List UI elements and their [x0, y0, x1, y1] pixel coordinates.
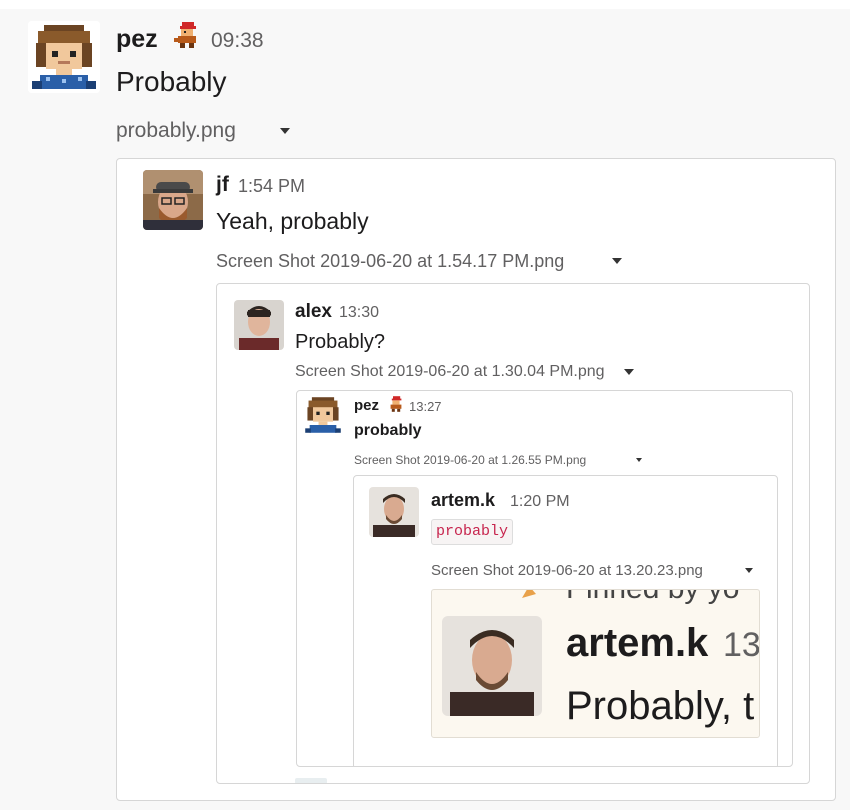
message-author[interactable]: alex: [295, 299, 332, 325]
attachment-filename[interactable]: Screen Shot 2019-06-20 at 1.54.17 PM.png: [216, 248, 564, 274]
pez-avatar[interactable]: [303, 395, 343, 435]
message-text: probably: [354, 422, 422, 439]
message-author[interactable]: jf: [216, 171, 229, 199]
message-author[interactable]: pez: [354, 395, 379, 416]
chevron-down-icon[interactable]: [745, 568, 753, 573]
pin-icon: [518, 590, 540, 602]
artem-avatar-large: [442, 616, 542, 716]
message-timestamp[interactable]: 13:27: [409, 398, 442, 416]
attachment-filename[interactable]: probably.png: [116, 117, 236, 145]
mario-raccoon-status-icon: [172, 20, 202, 50]
chevron-down-icon[interactable]: [636, 458, 642, 462]
preview-author: artem.k: [566, 621, 709, 665]
preview-timestamp: 13: [723, 626, 760, 664]
mario-raccoon-status-icon: [387, 395, 405, 413]
chevron-down-icon[interactable]: [612, 258, 622, 264]
message-timestamp[interactable]: 13:30: [339, 302, 379, 324]
attachment-preview-card[interactable]: artem.k 1:20 PM probably Screen Shot 201…: [353, 475, 778, 766]
chevron-down-icon[interactable]: [624, 369, 634, 375]
pez-avatar[interactable]: [28, 21, 100, 93]
attachment-filename[interactable]: Screen Shot 2019-06-20 at 13.20.23.png: [431, 560, 703, 581]
alex-avatar[interactable]: [234, 300, 284, 350]
message-text: Probably: [116, 66, 227, 97]
message-author[interactable]: artem.k: [431, 488, 495, 512]
attachment-preview-card[interactable]: jf 1:54 PM Yeah, probably Screen Shot 20…: [116, 158, 836, 801]
attachment-filename[interactable]: Screen Shot 2019-06-20 at 1.30.04 PM.png: [295, 361, 605, 383]
scroll-stub: [295, 778, 327, 783]
jf-avatar[interactable]: [143, 170, 203, 230]
message-text: Yeah, probably: [216, 208, 369, 234]
pixel-person-avatar-icon: [28, 21, 100, 93]
pinned-label: Pinned by yo: [566, 590, 739, 606]
artem-avatar[interactable]: [369, 487, 419, 537]
message-timestamp[interactable]: 09:38: [211, 27, 264, 55]
message-timestamp[interactable]: 1:20 PM: [510, 491, 570, 513]
chevron-down-icon[interactable]: [280, 128, 290, 134]
attachment-filename[interactable]: Screen Shot 2019-06-20 at 1.26.55 PM.png: [354, 452, 586, 469]
top-strip: [0, 0, 850, 9]
message-text: Probably?: [295, 331, 386, 353]
attachment-preview-card[interactable]: pez 13:27 probably Screen Shot 2019-06-2…: [296, 390, 793, 767]
message-author[interactable]: pez: [116, 22, 158, 56]
preview-text: Probably, t: [566, 684, 755, 728]
inline-code: probably: [431, 519, 514, 545]
screenshot-preview[interactable]: Pinned by yo artem.k 13 Probably, t: [431, 589, 760, 738]
attachment-preview-card[interactable]: alex 13:30 Probably? Screen Shot 2019-06…: [216, 283, 810, 784]
message-timestamp[interactable]: 1:54 PM: [238, 174, 305, 198]
